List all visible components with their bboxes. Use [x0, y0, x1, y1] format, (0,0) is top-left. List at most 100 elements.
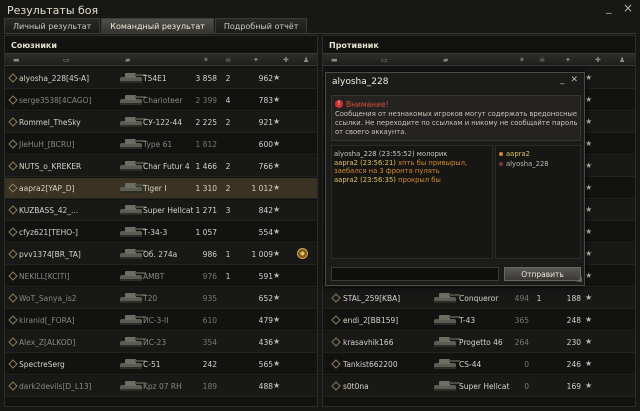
damage-sort-icon[interactable]: ✶ — [519, 56, 525, 64]
achievement-sort-icon[interactable]: ♟ — [619, 56, 625, 64]
table-row[interactable]: cfyz621[TEHO-] Т-34-3 1 057 554 ★ — [5, 222, 317, 243]
table-row[interactable]: WoT_Sanya_is2 T20 935 652 ★ — [5, 288, 317, 309]
xp-value: 169 — [566, 382, 581, 391]
vehicle-name: C-51 — [143, 360, 161, 369]
table-row[interactable]: NUTS_o_KREKER Char Futur 4 1 466 2 766 ★ — [5, 156, 317, 177]
frags-sort-icon[interactable]: ☠ — [539, 56, 545, 64]
star-icon: ★ — [585, 359, 593, 368]
table-row[interactable]: STAL_259[KBA] Conqueror 494 1 188 ★ — [323, 288, 635, 309]
close-button[interactable]: × — [623, 2, 633, 14]
table-row[interactable]: s0t0na Super Hellcat 0 169 ★ — [323, 376, 635, 397]
player-name: STAL_259[KBA] — [343, 294, 401, 303]
damage-value: 2 225 — [195, 118, 217, 127]
tab-detailed[interactable]: Подробный отчёт — [214, 18, 308, 33]
table-row[interactable]: Rommel_TheSky СУ-122-44 2 225 2 921 ★ — [5, 112, 317, 133]
table-row[interactable]: JleHuH_[BCRU] Type 61 1 812 600 ★ — [5, 134, 317, 155]
achievement-sort-icon[interactable]: ♟ — [303, 56, 309, 64]
medal-sort-icon[interactable]: ✚ — [595, 56, 601, 64]
allies-panel: Союзники ▬ ▭ ▰ ✶ ☠ ✦ ✚ ♟ alyosha_228[4S-… — [4, 35, 318, 407]
table-row[interactable]: serge3538[4CAGO] Charioteer 2 399 4 783 ★ — [5, 90, 317, 111]
frags-value: 2 — [225, 118, 231, 127]
member-item[interactable]: alyosha_228 — [499, 160, 549, 168]
xp-value: 591 — [258, 272, 273, 281]
chat-members: aapra2 alyosha_228 — [495, 145, 581, 259]
player-name: KUZBASS_42_... — [19, 206, 79, 215]
player-name: JleHuH_[BCRU] — [19, 140, 75, 149]
player-sort-icon[interactable]: ▭ — [63, 56, 70, 64]
vehicle-sort-icon[interactable]: ▰ — [125, 56, 130, 64]
warning-icon: ! — [335, 100, 343, 108]
star-icon: ★ — [585, 271, 593, 280]
xp-value: 554 — [258, 228, 273, 237]
platoon-icon — [331, 337, 341, 347]
platoon-sort-icon[interactable]: ▬ — [13, 56, 20, 64]
resize-grip-icon[interactable]: ◢ — [577, 275, 582, 283]
star-icon: ★ — [273, 161, 281, 170]
tab-personal[interactable]: Личный результат — [4, 18, 101, 33]
table-row[interactable]: Tankist662200 CS-44 0 246 ★ — [323, 354, 635, 375]
tab-team[interactable]: Командный результат — [101, 18, 214, 33]
warning-title: Внимание! — [346, 100, 389, 109]
xp-value: 783 — [258, 96, 273, 105]
platoon-icon — [8, 205, 18, 215]
frags-value: 4 — [225, 96, 231, 105]
frags-sort-icon[interactable]: ☠ — [225, 56, 231, 64]
vehicle-name: T20 — [143, 294, 158, 303]
frags-value: 2 — [225, 162, 231, 171]
table-row[interactable]: aapra2[YAP_D] Tiger I 1 310 2 1 012 ★ — [5, 178, 317, 199]
window-title: Результаты боя — [7, 4, 99, 17]
damage-value: 935 — [202, 294, 217, 303]
platoon-icon — [8, 227, 18, 237]
platoon-icon — [8, 249, 18, 259]
member-item[interactable]: aapra2 — [499, 150, 530, 158]
chat-close-button[interactable]: ✕ — [570, 75, 578, 85]
xp-sort-icon[interactable]: ✦ — [253, 56, 259, 64]
allies-title: Союзники — [11, 41, 57, 50]
star-icon: ★ — [585, 315, 593, 324]
platoon-icon — [8, 271, 18, 281]
medal-sort-icon[interactable]: ✚ — [283, 56, 289, 64]
vehicle-name: Super Hellcat — [143, 206, 194, 215]
chat-message: aapra2 (23:56:35) прокрыл бы — [334, 176, 441, 184]
table-row[interactable]: NEKILL[KCITI] AMBT 976 1 591 ★ — [5, 266, 317, 287]
window-controls: _ × — [606, 2, 633, 14]
online-dot-icon — [499, 162, 503, 166]
enemies-column-header: ▬ ▭ ▰ ✶ ☠ ✦ ✚ ♟ — [323, 53, 635, 66]
table-row[interactable]: pvv1374[BR_TA] Об. 274a 986 1 1 009 ★ — [5, 244, 317, 265]
table-row[interactable]: krasavhik166 Progetto 46 264 230 ★ — [323, 332, 635, 353]
chat-input[interactable] — [331, 267, 499, 281]
table-row[interactable]: endi_2[BB159] T-43 365 248 ★ — [323, 310, 635, 331]
star-icon: ★ — [585, 117, 593, 126]
star-icon: ★ — [273, 381, 281, 390]
minimize-button[interactable]: _ — [606, 2, 615, 13]
divider — [4, 33, 636, 34]
damage-value: 189 — [202, 382, 217, 391]
xp-sort-icon[interactable]: ✦ — [565, 56, 571, 64]
table-row[interactable]: KUZBASS_42_... Super Hellcat 1 271 3 842 ★ — [5, 200, 317, 221]
table-row[interactable]: Alex_Z[ALKOD] ИС-23 354 436 ★ — [5, 332, 317, 353]
platoon-icon — [331, 293, 341, 303]
platoon-sort-icon[interactable]: ▬ — [331, 56, 338, 64]
vehicle-sort-icon[interactable]: ▰ — [443, 56, 448, 64]
tank-icon — [431, 378, 461, 393]
chat-minimize-button[interactable]: _ — [560, 75, 565, 85]
damage-sort-icon[interactable]: ✶ — [203, 56, 209, 64]
player-sort-icon[interactable]: ▭ — [381, 56, 388, 64]
table-row[interactable]: SpectreSerg C-51 242 565 ★ — [5, 354, 317, 375]
table-row[interactable]: dark2devils[D_L13] Kpz 07 RH 189 488 ★ — [5, 376, 317, 397]
tank-icon — [431, 290, 461, 305]
table-row[interactable]: kiranid[_FORA] ИС-3-II 610 479 ★ — [5, 310, 317, 331]
star-icon: ★ — [273, 271, 281, 280]
send-button[interactable]: Отправить — [504, 267, 581, 281]
result-tabs: Личный результат Командный результат Под… — [4, 18, 308, 33]
damage-value: 264 — [514, 338, 529, 347]
chat-messages: alyosha_228 (23:55:52) молорик aapra2 (2… — [331, 145, 493, 259]
damage-value: 1 310 — [195, 184, 217, 193]
platoon-icon — [331, 315, 341, 325]
damage-value: 1 271 — [195, 206, 217, 215]
damage-value: 0 — [524, 382, 529, 391]
table-row[interactable]: alyosha_228[4S-A] T54E1 3 858 2 962 ★ — [5, 68, 317, 89]
platoon-icon — [8, 117, 18, 127]
player-name: kiranid[_FORA] — [19, 316, 75, 325]
vehicle-name: Tiger I — [143, 184, 167, 193]
